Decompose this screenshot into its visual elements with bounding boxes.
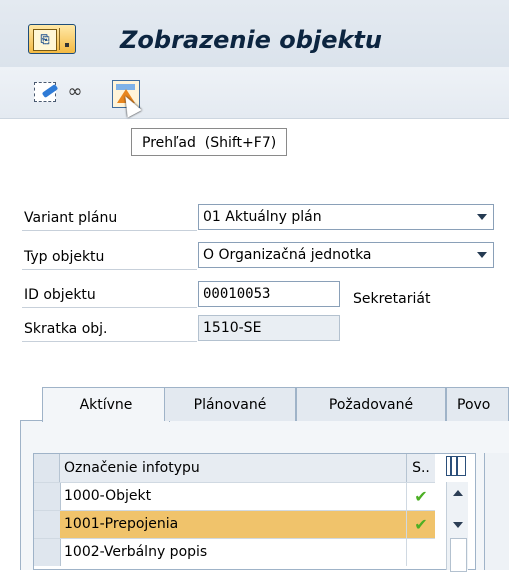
sap-menu-icon: ⎘ (33, 29, 57, 51)
scroll-thumb[interactable] (450, 538, 467, 572)
right-panel-edge (484, 453, 509, 570)
plan-variant-label: Variant plánu (22, 206, 197, 231)
row-name: 1002-Verbálny popis (60, 539, 407, 566)
overview-tooltip: Prehľad (Shift+F7) (131, 128, 288, 156)
row-selector[interactable] (34, 539, 61, 566)
object-abbr-label: Skratka obj. (22, 317, 197, 342)
row-selector[interactable] (34, 511, 61, 538)
separator (59, 28, 60, 50)
scroll-down-icon[interactable] (453, 522, 463, 528)
select-all-column[interactable] (34, 454, 60, 482)
window-title: Zobrazenie objektu (120, 26, 382, 54)
row-selector[interactable] (34, 483, 61, 510)
table-settings-icon[interactable] (446, 456, 466, 476)
object-type-select[interactable]: O Organizačná jednotka (198, 242, 494, 268)
object-id-label: ID objektu (22, 283, 197, 308)
object-id-field[interactable]: 00010053 (198, 281, 340, 307)
object-abbr-field: 1510-SE (198, 315, 340, 341)
scroll-up-icon[interactable] (453, 490, 463, 496)
tab-active[interactable]: Aktívne (42, 387, 170, 422)
column-header-status[interactable]: S.. (407, 454, 435, 482)
object-type-value: O Organizačná jednotka (203, 247, 372, 263)
dropdown-dot-icon (65, 43, 69, 47)
display-button[interactable]: ∞ (62, 80, 88, 104)
chevron-down-icon[interactable] (477, 214, 487, 220)
checkmark-icon: ✔ (407, 511, 435, 538)
object-type-label: Typ objektu (22, 245, 197, 270)
tab-planned[interactable]: Plánované (164, 387, 296, 421)
app-menu-button[interactable]: ⎘ (28, 24, 76, 54)
plan-variant-select[interactable]: 01 Aktuálny plán (198, 204, 494, 230)
row-name: 1001-Prepojenia (60, 511, 407, 538)
table-row[interactable]: 1000-Objekt ✔ (34, 482, 435, 510)
column-header-infotype[interactable]: Označenie infotypu (60, 454, 407, 482)
table-row[interactable]: 1001-Prepojenia ✔ (34, 510, 435, 538)
plan-variant-value: 01 Aktuálny plán (203, 209, 322, 225)
table-row[interactable]: 1002-Verbálny popis (34, 538, 435, 566)
table-scrollbar[interactable] (446, 482, 468, 572)
tab-approved[interactable]: Povo (446, 387, 509, 421)
status-cell (407, 539, 435, 566)
object-description: Sekretariát (353, 291, 431, 307)
change-edit-button[interactable] (32, 80, 59, 104)
row-name: 1000-Objekt (60, 483, 407, 510)
checkmark-icon: ✔ (414, 487, 428, 506)
tab-requested[interactable]: Požadované (296, 387, 446, 421)
chevron-down-icon[interactable] (477, 252, 487, 258)
glasses-display-icon: ∞ (67, 81, 83, 102)
